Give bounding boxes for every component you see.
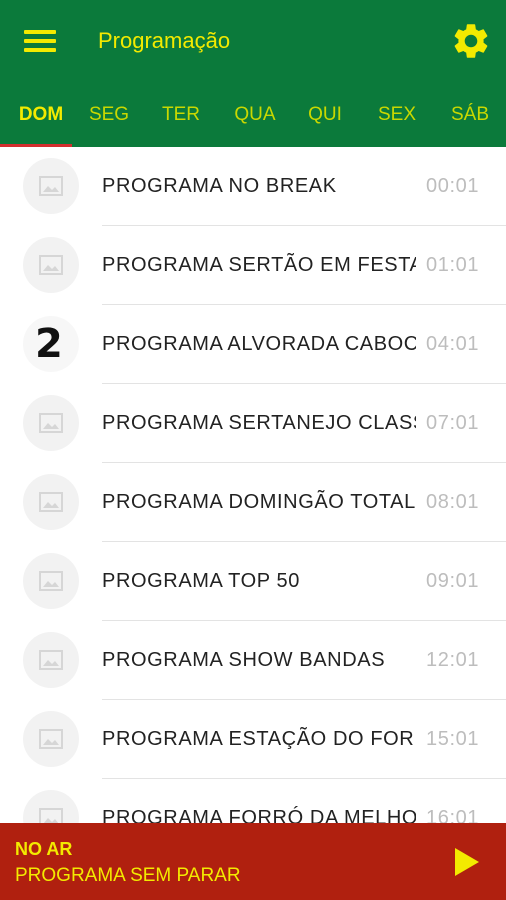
program-time: 09:01 (426, 570, 480, 592)
tab-ter[interactable]: TER (148, 82, 214, 147)
image-placeholder-icon (23, 711, 79, 767)
hamburger-menu-icon[interactable] (24, 29, 56, 53)
program-name: PROGRAMA ALVORADA CABOCLA (102, 333, 416, 355)
now-playing-bar[interactable]: NO AR PROGRAMA SEM PARAR (0, 823, 506, 900)
image-placeholder-icon (23, 158, 79, 214)
list-item[interactable]: PROGRAMA ESTAÇÃO DO FORRÓ 15:01 (0, 700, 506, 779)
program-time: 15:01 (426, 728, 480, 750)
list-item[interactable]: PROGRAMA SERTÃO EM FESTA 01:01 (0, 226, 506, 305)
list-item[interactable]: PROGRAMA SHOW BANDAS 12:01 (0, 621, 506, 700)
tab-sex[interactable]: SEX (364, 82, 430, 147)
program-time: 08:01 (426, 491, 480, 513)
program-name: PROGRAMA SERTÃO EM FESTA (102, 254, 416, 276)
list-item[interactable]: PROGRAMA FORRÓ DA MELHOR 16:01 (0, 779, 506, 823)
program-name: PROGRAMA ESTAÇÃO DO FORRÓ (102, 728, 416, 750)
logo-number: 2 (35, 321, 63, 367)
image-placeholder-icon (23, 553, 79, 609)
program-name: PROGRAMA NO BREAK (102, 175, 337, 197)
program-name: PROGRAMA DOMINGÃO TOTAL (102, 491, 416, 513)
list-item[interactable]: PROGRAMA DOMINGÃO TOTAL 08:01 (0, 463, 506, 542)
list-item[interactable]: PROGRAMA TOP 50 09:01 (0, 542, 506, 621)
schedule-list[interactable]: PROGRAMA NO BREAK 00:01 PROGRAMA SERTÃO … (0, 147, 506, 823)
tab-qui[interactable]: QUI (292, 82, 358, 147)
menu-line (24, 48, 56, 52)
toolbar: Programação (0, 0, 506, 82)
list-item[interactable]: PROGRAMA NO BREAK 00:01 (0, 147, 506, 226)
list-item[interactable]: PROGRAMA SERTANEJO CLASSE A 07:01 (0, 384, 506, 463)
play-icon[interactable] (452, 846, 482, 878)
program-name: PROGRAMA SERTANEJO CLASSE A (102, 412, 416, 434)
image-placeholder-icon (23, 395, 79, 451)
program-name: PROGRAMA TOP 50 (102, 570, 300, 592)
app-root: Programação DOM SEG TER QUA QUI SEX SÁB … (0, 0, 506, 900)
program-time: 00:01 (426, 175, 480, 197)
program-name: PROGRAMA SHOW BANDAS (102, 649, 386, 671)
tab-seg[interactable]: SEG (76, 82, 142, 147)
tab-sab[interactable]: SÁB (436, 82, 504, 147)
tab-dom[interactable]: DOM (4, 82, 78, 147)
program-time: 01:01 (426, 254, 480, 276)
program-time: 12:01 (426, 649, 480, 671)
gear-icon[interactable] (450, 20, 492, 62)
on-air-label: NO AR (15, 839, 73, 859)
menu-line (24, 30, 56, 34)
page-title: Programação (98, 28, 231, 53)
program-time: 16:01 (426, 807, 480, 823)
program-name: PROGRAMA FORRÓ DA MELHOR (102, 807, 416, 823)
app-bar: Programação DOM SEG TER QUA QUI SEX SÁB (0, 0, 506, 147)
image-placeholder-icon (23, 237, 79, 293)
menu-line (24, 39, 56, 43)
image-placeholder-icon (23, 790, 79, 823)
program-time: 04:01 (426, 333, 480, 355)
program-time: 07:01 (426, 412, 480, 434)
day-tabs: DOM SEG TER QUA QUI SEX SÁB (0, 82, 506, 147)
image-placeholder-icon (23, 632, 79, 688)
image-placeholder-icon (23, 474, 79, 530)
now-playing-program: PROGRAMA SEM PARAR (15, 865, 241, 886)
tab-qua[interactable]: QUA (222, 82, 288, 147)
program-logo: 2 (23, 316, 79, 372)
list-item[interactable]: 2 PROGRAMA ALVORADA CABOCLA 04:01 (0, 305, 506, 384)
